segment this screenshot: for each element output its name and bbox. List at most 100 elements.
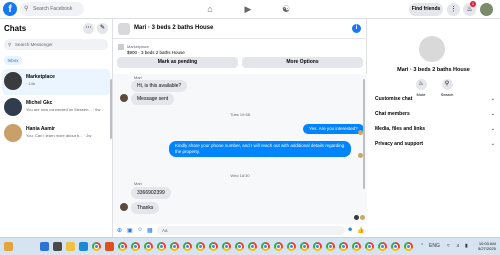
thread-scrollbar[interactable] bbox=[363, 79, 365, 189]
start-icon[interactable] bbox=[40, 242, 49, 251]
marketplace-avatar bbox=[4, 72, 22, 90]
chats-scrollbar[interactable] bbox=[110, 79, 112, 139]
chrome-icon[interactable] bbox=[313, 242, 322, 251]
section-label: Privacy and support bbox=[375, 141, 424, 147]
tab-inbox[interactable]: Inbox bbox=[4, 56, 22, 65]
chevron-down-icon: ⌄ bbox=[490, 96, 495, 102]
chrome-icon[interactable] bbox=[391, 242, 400, 251]
chrome-icon[interactable] bbox=[339, 242, 348, 251]
emoji-icon[interactable]: ☻ bbox=[347, 227, 353, 233]
info-icon[interactable]: i bbox=[352, 24, 361, 33]
mute-button[interactable]: ♨ Mute bbox=[409, 79, 433, 97]
chrome-icon[interactable] bbox=[287, 242, 296, 251]
listing-thumbnail bbox=[118, 44, 124, 50]
listing-card: Marketplace $900 · 3 beds 2 baths House … bbox=[117, 41, 363, 74]
conversation-title[interactable]: Mari · 3 beds 2 baths House bbox=[134, 25, 213, 31]
facebook-logo[interactable]: f bbox=[3, 2, 17, 16]
outgoing-message: Yes. Are you interested? bbox=[303, 124, 364, 134]
section-customise-chat[interactable]: Customise chat ⌄ bbox=[375, 96, 495, 106]
chrome-icon[interactable] bbox=[248, 242, 257, 251]
plus-icon[interactable]: ⊕ bbox=[117, 227, 122, 234]
chat-preview: You: Can I learn more about b... · 2w bbox=[26, 133, 92, 138]
gif-icon[interactable]: ▦ bbox=[147, 227, 153, 234]
chrome-icon[interactable] bbox=[144, 242, 153, 251]
sticker-icon[interactable]: ☺ bbox=[137, 227, 143, 233]
file-explorer-icon[interactable] bbox=[66, 242, 75, 251]
chrome-icon[interactable] bbox=[183, 242, 192, 251]
language-indicator[interactable]: ENG bbox=[429, 243, 440, 249]
menu-grid-icon[interactable]: ⋮ bbox=[447, 3, 460, 16]
search-icon: ⚲ bbox=[24, 6, 29, 12]
listing-avatar[interactable] bbox=[118, 23, 130, 35]
wifi-icon[interactable]: ≈ bbox=[447, 243, 450, 249]
home-icon[interactable]: ⌂ bbox=[190, 0, 230, 19]
speaker-icon[interactable]: ♬ bbox=[456, 243, 461, 249]
chat-item-michel[interactable]: Michel Gkc You are now connected on Mess… bbox=[2, 95, 110, 121]
watch-icon[interactable]: ▶ bbox=[228, 0, 268, 19]
chrome-icon[interactable] bbox=[235, 242, 244, 251]
timestamp: Wed 18:30 bbox=[230, 173, 250, 178]
mark-as-pending-button[interactable]: Mark as pending bbox=[117, 57, 238, 68]
weather-icon[interactable] bbox=[4, 242, 13, 251]
message-thread: Mari Hi, is this available? Message sent… bbox=[113, 74, 367, 224]
chat-item-marketplace[interactable]: Marketplace · 14h bbox=[2, 69, 110, 95]
incoming-message: 3366902399 bbox=[131, 187, 171, 199]
chrome-icon[interactable] bbox=[365, 242, 374, 251]
chat-preview: You are now connected on Messen... · 6w bbox=[26, 107, 101, 112]
section-chat-members[interactable]: Chat members ⌄ bbox=[375, 111, 495, 121]
outgoing-message: Kindly share your phone number, and I wi… bbox=[169, 141, 351, 157]
chrome-icon[interactable] bbox=[209, 242, 218, 251]
notification-badge: 1 bbox=[470, 1, 476, 7]
more-options-icon[interactable]: ⋯ bbox=[83, 23, 94, 34]
tray-chevron-icon[interactable]: ⌃ bbox=[420, 243, 424, 249]
avatar bbox=[120, 203, 128, 211]
chrome-icon[interactable] bbox=[352, 242, 361, 251]
search-icon: ⚲ bbox=[8, 42, 12, 47]
chrome-icon[interactable] bbox=[274, 242, 283, 251]
search-facebook-input[interactable]: ⚲ Search Facebook bbox=[20, 2, 84, 16]
conversation-panel: Mari · 3 beds 2 baths House i Marketplac… bbox=[113, 19, 367, 237]
system-clock[interactable]: 10:03 AM 5/27/2025 bbox=[478, 241, 496, 251]
chrome-icon[interactable] bbox=[131, 242, 140, 251]
search-placeholder: Search Facebook bbox=[33, 6, 73, 12]
find-friends-button[interactable]: Find friends bbox=[409, 3, 443, 16]
battery-icon[interactable]: ▮ bbox=[465, 243, 468, 249]
chrome-icon[interactable] bbox=[404, 242, 413, 251]
bell-icon: ♨ bbox=[415, 79, 427, 90]
incoming-message: Hi, is this available? bbox=[131, 80, 188, 92]
chat-item-hania[interactable]: Hania Aamir You: Can I learn more about … bbox=[2, 121, 110, 147]
message-input[interactable]: Aa bbox=[157, 226, 345, 235]
chrome-icon[interactable] bbox=[222, 242, 231, 251]
incoming-message: Message sent bbox=[131, 93, 175, 105]
chat-name: Michel Gkc bbox=[26, 100, 53, 106]
more-options-button[interactable]: More Options bbox=[242, 57, 363, 68]
profile-avatar[interactable] bbox=[480, 3, 493, 16]
search-messenger-input[interactable]: ⚲ Search Messenger bbox=[4, 39, 108, 50]
chrome-icon[interactable] bbox=[157, 242, 166, 251]
image-icon[interactable]: ▣ bbox=[127, 227, 133, 234]
chrome-icon[interactable] bbox=[170, 242, 179, 251]
chrome-icon[interactable] bbox=[118, 242, 127, 251]
chrome-icon[interactable] bbox=[378, 242, 387, 251]
chrome-icon[interactable] bbox=[261, 242, 270, 251]
section-privacy-support[interactable]: Privacy and support ⌄ bbox=[375, 141, 495, 151]
chats-panel: Chats ⋯ ✎ ⚲ Search Messenger Inbox Marke… bbox=[0, 19, 113, 237]
chrome-icon[interactable] bbox=[300, 242, 309, 251]
search-messenger-placeholder: Search Messenger bbox=[15, 42, 53, 47]
chrome-icon[interactable] bbox=[326, 242, 335, 251]
like-icon[interactable]: 👍 bbox=[357, 227, 364, 234]
office-icon[interactable] bbox=[105, 242, 114, 251]
new-message-icon[interactable]: ✎ bbox=[97, 23, 108, 34]
search-taskbar-icon[interactable] bbox=[53, 242, 62, 251]
section-label: Chat members bbox=[375, 111, 410, 117]
chat-preview: · 14h bbox=[26, 81, 36, 86]
incoming-message: Thanks bbox=[131, 202, 160, 214]
chrome-icon[interactable] bbox=[92, 242, 101, 251]
chrome-icon[interactable] bbox=[196, 242, 205, 251]
search-button[interactable]: ⚲ Search bbox=[435, 79, 459, 97]
edge-icon[interactable] bbox=[79, 242, 88, 251]
listing-price: $900 · 3 beds 2 baths House bbox=[127, 50, 185, 55]
chevron-down-icon: ⌄ bbox=[490, 141, 495, 147]
section-media-files-links[interactable]: Media, files and links ⌄ bbox=[375, 126, 495, 136]
groups-icon[interactable]: ☯ bbox=[266, 0, 306, 19]
